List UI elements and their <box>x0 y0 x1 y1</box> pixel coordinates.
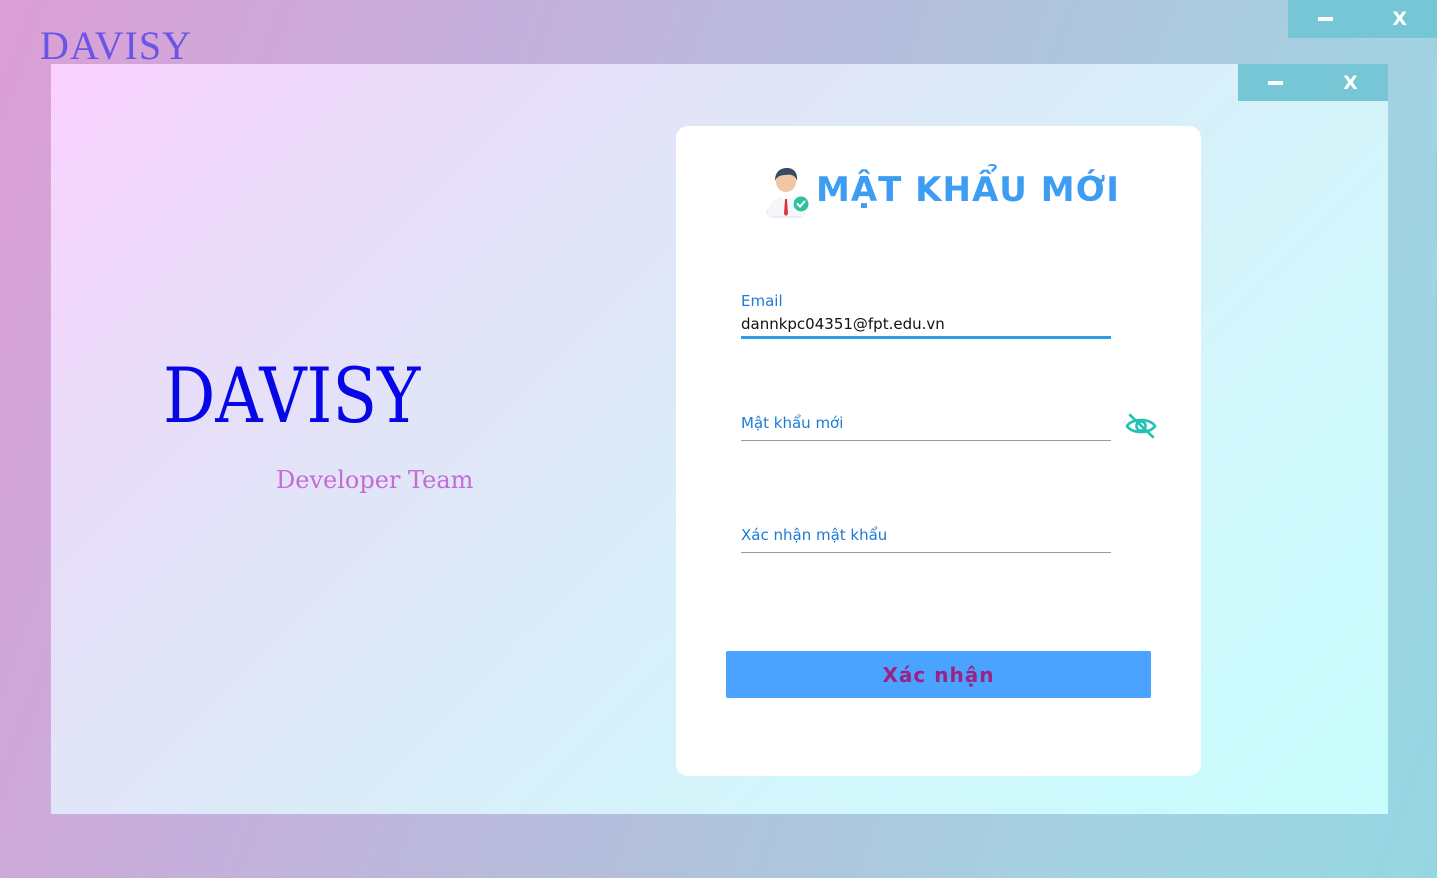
email-value[interactable]: dannkpc04351@fpt.edu.vn <box>741 315 1111 335</box>
new-password-underline <box>741 440 1111 441</box>
new-password-card: MẬT KHẨU MỚI Email dannkpc04351@fpt.edu.… <box>676 126 1201 776</box>
minimize-icon <box>1317 17 1333 21</box>
confirm-password-underline <box>741 552 1111 553</box>
dialog-window-controls: X <box>1238 64 1388 101</box>
new-password-field[interactable]: Mật khẩu mới <box>741 414 1111 441</box>
email-underline <box>741 336 1111 339</box>
eye-slash-icon <box>1125 413 1157 439</box>
minimize-icon <box>1268 80 1283 85</box>
email-label: Email <box>741 292 783 310</box>
outer-minimize-button[interactable] <box>1288 0 1363 38</box>
user-verified-icon <box>766 168 810 218</box>
app-logo: DAVISY <box>40 23 192 68</box>
new-password-label: Mật khẩu mới <box>741 414 844 432</box>
dialog-close-button[interactable]: X <box>1313 64 1388 101</box>
email-field[interactable]: Email dannkpc04351@fpt.edu.vn <box>741 292 1111 339</box>
card-header: MẬT KHẨU MỚI <box>760 162 1120 218</box>
brand-title: DAVISY <box>163 351 421 440</box>
new-password-dialog: X DAVISY Developer Team MẬT KHẨU MỚI Ema… <box>51 64 1388 814</box>
confirm-button[interactable]: Xác nhận <box>726 651 1151 698</box>
close-icon: X <box>1343 71 1358 94</box>
outer-window-controls: X <box>1288 0 1437 38</box>
close-icon: X <box>1392 8 1408 30</box>
dialog-minimize-button[interactable] <box>1238 64 1313 101</box>
confirm-password-field[interactable]: Xác nhận mật khẩu <box>741 526 1111 553</box>
outer-close-button[interactable]: X <box>1363 0 1437 38</box>
card-title: MẬT KHẨU MỚI <box>816 170 1120 210</box>
password-visibility-toggle[interactable] <box>1124 412 1158 440</box>
brand-subtitle: Developer Team <box>276 466 474 494</box>
confirm-password-label: Xác nhận mật khẩu <box>741 526 888 544</box>
